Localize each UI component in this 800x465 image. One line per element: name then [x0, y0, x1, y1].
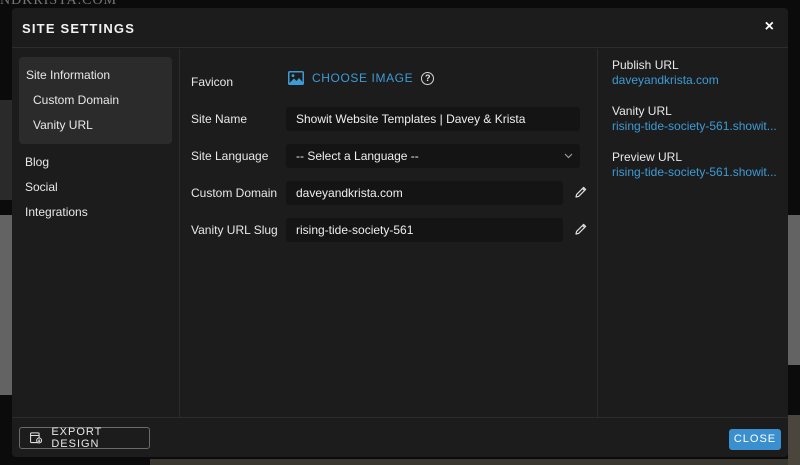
vanity-slug-label: Vanity URL Slug	[191, 222, 278, 237]
modal-body: Site Information Custom Domain Vanity UR…	[12, 49, 788, 417]
vanity-url-block: Vanity URL rising-tide-society-561.showi…	[612, 104, 788, 133]
background-panel-right	[788, 215, 800, 365]
site-name-row: Site Name Showit Website Templates | Dav…	[180, 100, 597, 137]
site-settings-modal: SITE SETTINGS × Site Information Custom …	[12, 8, 788, 457]
pencil-icon[interactable]	[574, 222, 588, 236]
favicon-row: Favicon CHOOSE IMAGE ?	[180, 63, 597, 100]
pencil-icon[interactable]	[574, 185, 588, 199]
export-design-label: EXPORT DESIGN	[51, 426, 103, 450]
export-icon	[30, 432, 43, 444]
urls-panel: Publish URL daveyandkrista.com Vanity UR…	[598, 49, 788, 417]
site-name-input[interactable]: Showit Website Templates | Davey & Krist…	[286, 106, 580, 131]
modal-footer: EXPORT DESIGN CLOSE	[12, 417, 788, 457]
custom-domain-row: Custom Domain daveyandkrista.com	[180, 174, 597, 211]
favicon-label: Favicon	[191, 74, 234, 89]
custom-domain-field: daveyandkrista.com	[286, 180, 563, 205]
background-strip-bottom	[150, 459, 788, 465]
preview-url-block: Preview URL rising-tide-society-561.show…	[612, 150, 788, 179]
site-information-group: Site Information Custom Domain Vanity UR…	[19, 57, 172, 144]
background-panel-left	[0, 215, 12, 395]
custom-domain-label: Custom Domain	[191, 185, 278, 200]
vanity-url-label: Vanity URL	[612, 104, 672, 118]
publish-url-block: Publish URL daveyandkrista.com	[612, 58, 788, 87]
modal-title: SITE SETTINGS	[22, 21, 136, 36]
sidebar-item-custom-domain[interactable]: Custom Domain	[19, 88, 172, 113]
sidebar-item-social[interactable]: Social	[19, 175, 172, 200]
background-panel-left-dark	[0, 100, 12, 200]
choose-image-button[interactable]: CHOOSE IMAGE ?	[288, 71, 435, 85]
image-icon	[288, 71, 304, 85]
choose-image-label: CHOOSE IMAGE	[312, 71, 414, 85]
sidebar-list: Blog Social Integrations	[19, 150, 172, 225]
vanity-slug-row: Vanity URL Slug rising-tide-society-561	[180, 211, 597, 248]
close-button[interactable]: CLOSE	[729, 429, 781, 450]
site-language-label: Site Language	[191, 148, 269, 163]
sidebar-item-vanity-url[interactable]: Vanity URL	[19, 113, 172, 138]
site-language-select[interactable]: -- Select a Language --	[286, 143, 580, 168]
vanity-slug-field: rising-tide-society-561	[286, 217, 563, 242]
chevron-down-icon	[564, 144, 573, 178]
settings-sidebar: Site Information Custom Domain Vanity UR…	[12, 49, 180, 417]
sidebar-item-site-information[interactable]: Site Information	[19, 63, 172, 88]
background-panel-right-bottom	[788, 415, 800, 465]
export-design-button[interactable]: EXPORT DESIGN	[19, 426, 150, 450]
sidebar-item-integrations[interactable]: Integrations	[19, 200, 172, 225]
publish-url-label: Publish URL	[612, 58, 679, 72]
vanity-url-link[interactable]: rising-tide-society-561.showit...	[612, 119, 780, 133]
sidebar-item-blog[interactable]: Blog	[19, 150, 172, 175]
site-language-row: Site Language -- Select a Language --	[180, 137, 597, 174]
site-information-form: Favicon CHOOSE IMAGE ? Site Name Showit …	[180, 49, 598, 417]
help-icon[interactable]: ?	[421, 71, 435, 85]
publish-url-link[interactable]: daveyandkrista.com	[612, 73, 780, 87]
site-name-label: Site Name	[191, 111, 248, 126]
site-language-value: -- Select a Language --	[296, 148, 419, 163]
preview-url-label: Preview URL	[612, 150, 683, 164]
modal-header: SITE SETTINGS ×	[12, 8, 788, 48]
preview-url-link[interactable]: rising-tide-society-561.showit...	[612, 165, 780, 179]
close-icon[interactable]: ×	[765, 19, 774, 35]
